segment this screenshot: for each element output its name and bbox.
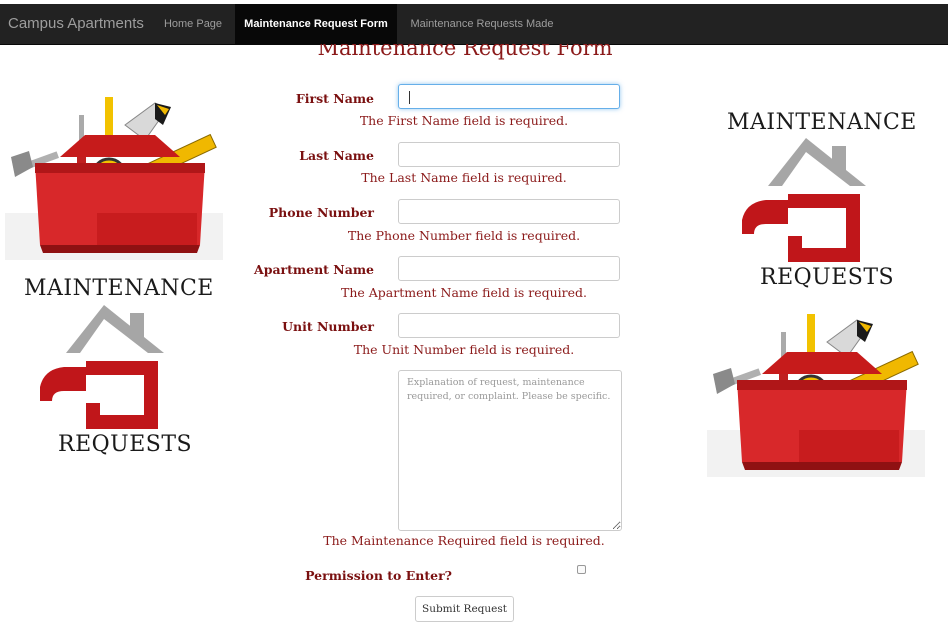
submit-button[interactable]: Submit Request <box>415 596 514 622</box>
toolbox-icon <box>5 97 223 260</box>
maintenance-error: The Maintenance Required field is requir… <box>323 533 605 548</box>
maintenance-textarea[interactable] <box>398 370 622 531</box>
apartment-name-error: The Apartment Name field is required. <box>340 285 587 300</box>
permission-checkbox[interactable] <box>577 565 586 574</box>
toolbox-image-left <box>5 95 223 260</box>
brand-label: Campus Apartments <box>8 15 144 32</box>
unit-number-label: Unit Number <box>282 319 374 334</box>
last-name-error: The Last Name field is required. <box>361 170 567 185</box>
nav-home-label: Home Page <box>163 18 223 30</box>
house-logo-left <box>40 305 164 430</box>
logo-left-top-word: MAINTENANCE <box>24 276 214 301</box>
toolbox-icon <box>707 314 925 477</box>
logo-right-top-word: MAINTENANCE <box>727 110 917 135</box>
first-name-label: First Name <box>295 91 374 106</box>
last-name-label: Last Name <box>299 148 374 163</box>
text-caret <box>409 91 410 104</box>
phone-number-input[interactable] <box>398 199 620 224</box>
unit-number-error: The Unit Number field is required. <box>353 342 575 357</box>
apartment-name-input[interactable] <box>398 256 620 281</box>
toolbox-image-right <box>707 312 925 477</box>
permission-label: Permission to Enter? <box>305 568 452 583</box>
unit-number-input[interactable] <box>398 313 620 338</box>
first-name-input[interactable] <box>398 84 620 109</box>
apartment-name-label: Apartment Name <box>254 262 374 277</box>
logo-right-bottom-word: REQUESTS <box>760 265 895 290</box>
nav-requests-label: Maintenance Requests Made <box>410 18 554 30</box>
nav-active-label: Maintenance Request Form <box>235 4 397 44</box>
house-logo-icon <box>40 305 164 429</box>
first-name-error: The First Name field is required. <box>359 113 569 128</box>
logo-left-bottom-word: REQUESTS <box>58 432 193 457</box>
last-name-input[interactable] <box>398 142 620 167</box>
house-logo-right <box>742 138 866 263</box>
phone-number-error: The Phone Number field is required. <box>347 228 581 243</box>
house-logo-icon <box>742 138 866 262</box>
phone-number-label: Phone Number <box>268 205 374 220</box>
